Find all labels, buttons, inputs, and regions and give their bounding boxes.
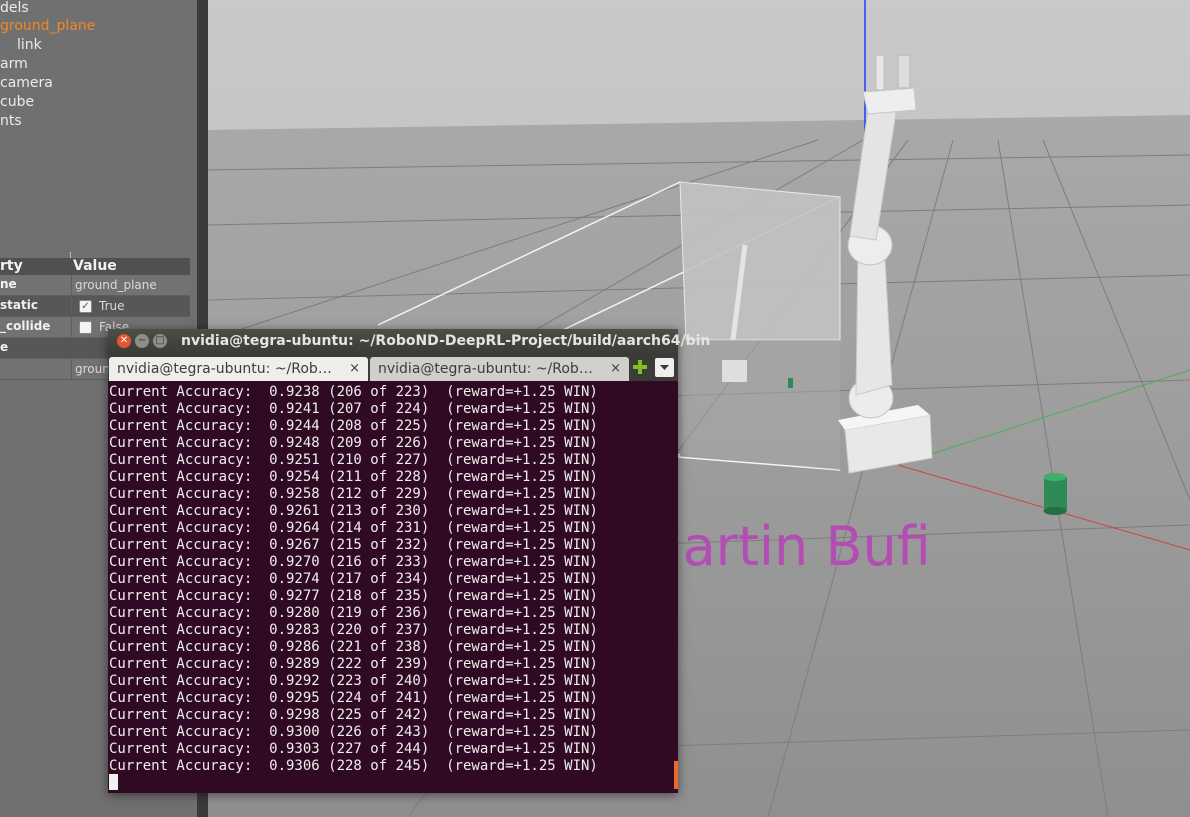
tree-item-link[interactable]: link bbox=[17, 37, 42, 53]
terminal-window[interactable]: ✕ − □ nvidia@tegra-ubuntu: ~/RoboND-Deep… bbox=[108, 329, 710, 793]
property-row-static[interactable]: static ✓ True bbox=[0, 296, 190, 317]
tree-item-camera[interactable]: camera bbox=[0, 75, 53, 91]
terminal-line: Current Accuracy: 0.9261 (213 of 230) (r… bbox=[109, 503, 598, 519]
terminal-output[interactable]: Current Accuracy: 0.9238 (206 of 223) (r… bbox=[108, 381, 678, 793]
property-value: groun bbox=[75, 362, 110, 376]
property-value: ground_plane bbox=[75, 278, 157, 292]
tab-menu-button[interactable] bbox=[655, 358, 674, 377]
terminal-tab-active[interactable]: nvidia@tegra-ubuntu: ~/RoboND-DeepRL-Pro… bbox=[109, 357, 368, 381]
terminal-lines: Current Accuracy: 0.9238 (206 of 223) (r… bbox=[109, 384, 598, 775]
tree-item-cube[interactable]: cube bbox=[0, 94, 34, 110]
terminal-line: Current Accuracy: 0.9280 (219 of 236) (r… bbox=[109, 605, 598, 621]
terminal-tab-bar: nvidia@tegra-ubuntu: ~/RoboND-DeepRL-Pro… bbox=[108, 355, 678, 381]
terminal-cursor bbox=[109, 774, 118, 790]
terminal-line: Current Accuracy: 0.9306 (228 of 245) (r… bbox=[109, 758, 598, 774]
self-collide-checkbox[interactable] bbox=[79, 321, 92, 334]
tab-label: nvidia@tegra-ubuntu: ~/RoboND-DeepRL-Pro… bbox=[378, 361, 598, 377]
terminal-line: Current Accuracy: 0.9289 (222 of 239) (r… bbox=[109, 656, 598, 672]
plus-icon[interactable] bbox=[632, 359, 648, 375]
property-column-header: rty bbox=[0, 258, 23, 274]
terminal-line: Current Accuracy: 0.9292 (223 of 240) (r… bbox=[109, 673, 598, 689]
watermark-text: Martin Bufi bbox=[636, 515, 931, 578]
terminal-line: Current Accuracy: 0.9248 (209 of 226) (r… bbox=[109, 435, 598, 451]
target-cylinder bbox=[1043, 473, 1067, 515]
property-name: e bbox=[0, 340, 9, 354]
terminal-line: Current Accuracy: 0.9298 (225 of 242) (r… bbox=[109, 707, 598, 723]
camera-view-plane-lower bbox=[680, 340, 840, 470]
column-divider bbox=[71, 317, 72, 337]
window-title: nvidia@tegra-ubuntu: ~/RoboND-DeepRL-Pro… bbox=[181, 333, 711, 349]
terminal-line: Current Accuracy: 0.9300 (226 of 243) (r… bbox=[109, 724, 598, 740]
column-divider bbox=[71, 275, 72, 295]
terminal-line: Current Accuracy: 0.9286 (221 of 238) (r… bbox=[109, 639, 598, 655]
terminal-line: Current Accuracy: 0.9244 (208 of 225) (r… bbox=[109, 418, 598, 434]
terminal-tab[interactable]: nvidia@tegra-ubuntu: ~/RoboND-DeepRL-Pro… bbox=[370, 357, 629, 381]
tree-item-arm[interactable]: arm bbox=[0, 56, 28, 72]
terminal-line: Current Accuracy: 0.9277 (218 of 235) (r… bbox=[109, 588, 598, 604]
maximize-icon: □ bbox=[155, 335, 165, 346]
close-icon[interactable]: × bbox=[349, 361, 360, 376]
close-icon[interactable]: × bbox=[610, 361, 621, 376]
terminal-line: Current Accuracy: 0.9267 (215 of 232) (r… bbox=[109, 537, 598, 553]
value-column-header: Value bbox=[73, 258, 117, 274]
close-icon: ✕ bbox=[119, 335, 129, 346]
property-value: True bbox=[99, 299, 125, 313]
column-divider bbox=[71, 359, 72, 379]
terminal-line: Current Accuracy: 0.9251 (210 of 227) (r… bbox=[109, 452, 598, 468]
property-header: rty Value bbox=[0, 258, 190, 275]
close-window-button[interactable]: ✕ bbox=[117, 334, 131, 348]
minimize-window-button[interactable]: − bbox=[135, 334, 149, 348]
terminal-scrollbar[interactable] bbox=[674, 761, 678, 789]
minimize-icon: − bbox=[137, 335, 147, 346]
property-name: ne bbox=[0, 277, 17, 291]
terminal-line: Current Accuracy: 0.9241 (207 of 224) (r… bbox=[109, 401, 598, 417]
maximize-window-button[interactable]: □ bbox=[153, 334, 167, 348]
property-row-name[interactable]: ne ground_plane bbox=[0, 275, 190, 296]
chevron-down-icon bbox=[660, 365, 669, 370]
terminal-line: Current Accuracy: 0.9303 (227 of 244) (r… bbox=[109, 741, 598, 757]
checkmark-icon: ✓ bbox=[81, 301, 90, 312]
terminal-line: Current Accuracy: 0.9264 (214 of 231) (r… bbox=[109, 520, 598, 536]
camera-preview-base bbox=[722, 360, 747, 382]
column-divider bbox=[71, 296, 72, 316]
terminal-line: Current Accuracy: 0.9274 (217 of 234) (r… bbox=[109, 571, 598, 587]
tree-item-ground-plane[interactable]: ground_plane bbox=[0, 18, 95, 34]
camera-view-plane bbox=[679, 181, 841, 341]
tree-item-lights[interactable]: nts bbox=[0, 113, 22, 129]
terminal-line: Current Accuracy: 0.9258 (212 of 229) (r… bbox=[109, 486, 598, 502]
terminal-line: Current Accuracy: 0.9270 (216 of 233) (r… bbox=[109, 554, 598, 570]
terminal-line: Current Accuracy: 0.9283 (220 of 237) (r… bbox=[109, 622, 598, 638]
camera-preview-target bbox=[788, 378, 793, 388]
terminal-titlebar[interactable]: ✕ − □ nvidia@tegra-ubuntu: ~/RoboND-Deep… bbox=[108, 329, 710, 355]
static-checkbox[interactable]: ✓ bbox=[79, 300, 92, 313]
tree-item-models[interactable]: dels bbox=[0, 0, 29, 16]
property-name: _collide bbox=[0, 319, 51, 333]
terminal-line: Current Accuracy: 0.9254 (211 of 228) (r… bbox=[109, 469, 598, 485]
property-name: static bbox=[0, 298, 38, 312]
terminal-line: Current Accuracy: 0.9295 (224 of 241) (r… bbox=[109, 690, 598, 706]
terminal-line: Current Accuracy: 0.9238 (206 of 223) (r… bbox=[109, 384, 598, 400]
tab-label: nvidia@tegra-ubuntu: ~/RoboND-DeepRL-Pro… bbox=[117, 361, 337, 377]
